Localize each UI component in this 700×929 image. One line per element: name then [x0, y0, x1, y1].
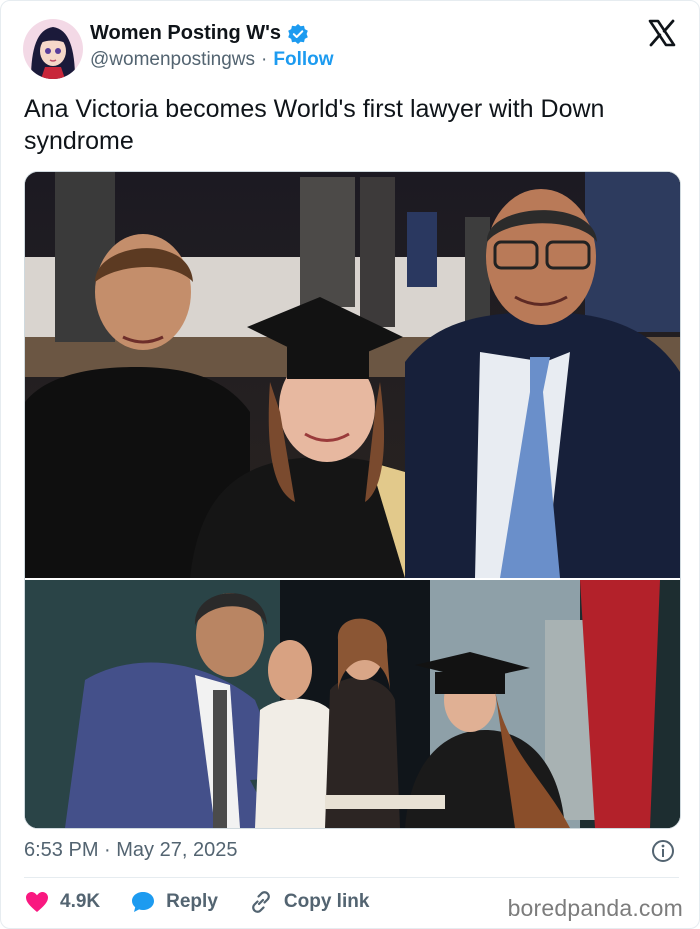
- info-icon[interactable]: [651, 839, 675, 863]
- reply-label: Reply: [166, 891, 218, 912]
- author-name[interactable]: Women Posting W's: [90, 22, 281, 45]
- copy-link-label: Copy link: [283, 891, 370, 912]
- tweet-timestamp[interactable]: 6:53 PM · May 27, 2025: [24, 839, 237, 862]
- handle-row: @womenpostingws · Follow: [90, 49, 334, 71]
- tweet-card: Women Posting W's @womenpostingws · Foll…: [0, 0, 700, 929]
- tweet-media[interactable]: [24, 171, 681, 829]
- link-icon: [248, 889, 274, 915]
- author-handle[interactable]: @womenpostingws: [90, 49, 255, 71]
- divider: [24, 877, 679, 878]
- boredpanda-watermark: boredpanda.com: [507, 895, 683, 921]
- x-logo-icon[interactable]: [647, 18, 677, 48]
- verified-badge-icon: [287, 23, 309, 45]
- photo-top[interactable]: [25, 172, 680, 578]
- action-bar: 4.9K Reply Copy link: [24, 889, 399, 915]
- reply-bubble-icon: [130, 889, 156, 915]
- avatar-image: [23, 19, 83, 79]
- handle-separator: ·: [261, 49, 268, 70]
- reply-button[interactable]: Reply: [130, 889, 218, 915]
- photo-bottom[interactable]: [25, 580, 680, 828]
- tweet-text: Ana Victoria becomes World's first lawye…: [24, 95, 605, 155]
- author-avatar[interactable]: [23, 19, 83, 79]
- like-button[interactable]: 4.9K: [24, 889, 100, 915]
- copy-link-button[interactable]: Copy link: [248, 889, 370, 915]
- like-count: 4.9K: [60, 891, 101, 912]
- heart-icon: [24, 889, 50, 915]
- follow-button[interactable]: Follow: [273, 49, 333, 71]
- author-name-row: Women Posting W's: [90, 22, 309, 45]
